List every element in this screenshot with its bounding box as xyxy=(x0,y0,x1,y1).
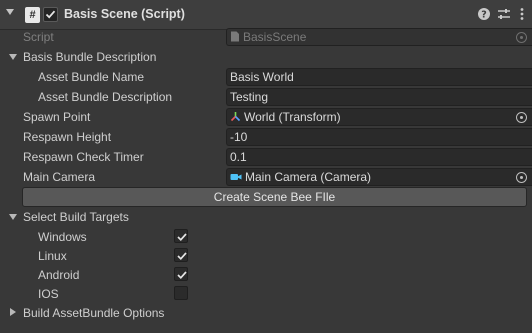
build-target-windows-label: Windows xyxy=(38,230,87,244)
foldout-arrow-icon[interactable] xyxy=(9,214,17,220)
spawn-point-row: Spawn Point World (Transform) xyxy=(0,107,532,127)
respawn-height-input[interactable]: -10 xyxy=(226,128,532,146)
presets-icon[interactable] xyxy=(497,7,511,22)
checkmark-icon xyxy=(177,271,187,280)
respawn-check-timer-label[interactable]: Respawn Check Timer xyxy=(23,150,144,164)
create-scene-file-button[interactable]: Create Scene Bee FIle xyxy=(22,187,527,207)
build-targets-label: Select Build Targets xyxy=(23,210,129,224)
build-target-android-row: Android xyxy=(0,265,532,285)
description-foldout[interactable]: Basis Bundle Description xyxy=(0,47,532,67)
respawn-height-row: Respawn Height -10 xyxy=(0,127,532,147)
build-target-windows-checkbox[interactable] xyxy=(174,229,188,243)
main-camera-field[interactable]: Main Camera (Camera) xyxy=(226,168,532,186)
spawn-point-label: Spawn Point xyxy=(23,110,91,124)
csharp-script-icon: # xyxy=(25,7,40,23)
asset-bundle-name-row: Asset Bundle Name Basis World xyxy=(0,67,532,87)
build-target-linux-checkbox[interactable] xyxy=(174,248,188,262)
checkmark-icon xyxy=(177,233,187,242)
spawn-point-value: World (Transform) xyxy=(244,110,341,124)
fold-arrow-icon[interactable] xyxy=(6,9,14,15)
more-menu-icon[interactable] xyxy=(515,7,529,22)
respawn-height-label[interactable]: Respawn Height xyxy=(23,130,111,144)
build-options-foldout[interactable]: Build AssetBundle Options xyxy=(0,303,532,323)
asset-bundle-name-label: Asset Bundle Name xyxy=(38,70,145,84)
respawn-check-timer-value: 0.1 xyxy=(230,150,247,164)
asset-bundle-description-row: Asset Bundle Description Testing xyxy=(0,87,532,107)
respawn-check-timer-input[interactable]: 0.1 xyxy=(226,148,532,166)
script-file-icon xyxy=(231,31,239,42)
asset-bundle-name-value: Basis World xyxy=(230,70,294,84)
build-target-ios-checkbox[interactable] xyxy=(174,286,188,300)
asset-bundle-name-input[interactable]: Basis World xyxy=(226,68,532,86)
camera-icon xyxy=(230,174,242,180)
foldout-arrow-icon[interactable] xyxy=(9,54,17,60)
help-icon[interactable]: ? xyxy=(477,7,491,22)
asset-bundle-description-input[interactable]: Testing xyxy=(226,88,532,106)
component-header: # Basis Scene (Script) ? xyxy=(0,0,532,30)
build-options-label: Build AssetBundle Options xyxy=(23,306,165,320)
build-target-linux-row: Linux xyxy=(0,246,532,266)
script-value: BasisScene xyxy=(243,30,307,44)
checkmark-icon xyxy=(45,10,56,19)
script-label: Script xyxy=(23,30,54,44)
description-section-label: Basis Bundle Description xyxy=(23,50,157,64)
build-target-android-label: Android xyxy=(38,268,80,282)
spawn-point-field[interactable]: World (Transform) xyxy=(226,108,532,126)
build-targets-foldout[interactable]: Select Build Targets xyxy=(0,207,532,227)
build-target-windows-row: Windows xyxy=(0,227,532,247)
svg-text:?: ? xyxy=(481,10,487,21)
enable-checkbox[interactable] xyxy=(43,7,58,22)
object-picker-icon xyxy=(516,32,527,43)
build-target-linux-label: Linux xyxy=(38,249,67,263)
object-picker-icon[interactable] xyxy=(516,112,527,123)
script-field: BasisScene xyxy=(226,28,532,46)
object-picker-icon[interactable] xyxy=(516,172,527,183)
build-target-ios-row: IOS xyxy=(0,284,532,304)
build-target-ios-label: IOS xyxy=(38,287,59,301)
foldout-arrow-icon[interactable] xyxy=(10,308,16,316)
asset-bundle-description-label: Asset Bundle Description xyxy=(38,90,173,104)
main-camera-row: Main Camera Main Camera (Camera) xyxy=(0,167,532,187)
script-row: Script BasisScene xyxy=(0,27,532,47)
checkmark-icon xyxy=(177,252,187,261)
respawn-check-timer-row: Respawn Check Timer 0.1 xyxy=(0,147,532,167)
respawn-height-value: -10 xyxy=(230,130,248,144)
component-title: Basis Scene (Script) xyxy=(64,7,185,21)
main-camera-value: Main Camera (Camera) xyxy=(245,170,372,184)
transform-axes-icon xyxy=(230,112,241,122)
main-camera-label: Main Camera xyxy=(23,170,96,184)
asset-bundle-description-value: Testing xyxy=(230,90,269,104)
build-target-android-checkbox[interactable] xyxy=(174,267,188,281)
